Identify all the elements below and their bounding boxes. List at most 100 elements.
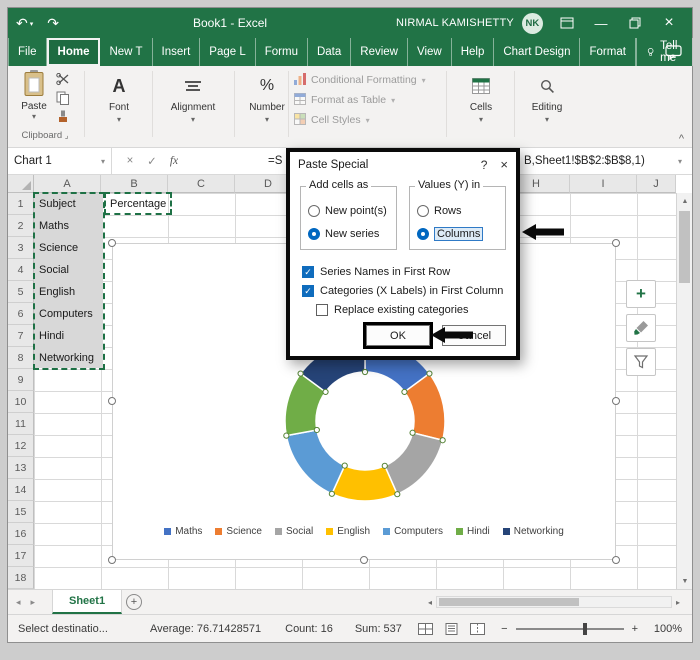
row-header-3[interactable]: 3 (8, 237, 34, 259)
legend-item-social[interactable]: Social (275, 526, 313, 537)
vertical-scrollbar-thumb[interactable] (679, 211, 690, 283)
copy-icon[interactable] (56, 91, 70, 108)
chart-selection-handle[interactable] (360, 556, 368, 564)
radio-columns[interactable] (417, 227, 429, 240)
row-header-4[interactable]: 4 (8, 259, 34, 281)
tab-insert[interactable]: Insert (153, 38, 201, 66)
cancel-button[interactable]: Cancel (442, 325, 506, 346)
row-header-2[interactable]: 2 (8, 215, 34, 237)
zoom-in-icon[interactable]: + (632, 623, 638, 635)
zoom-out-icon[interactable]: − (501, 623, 507, 635)
undo-icon[interactable]: ↶ ▾ (16, 15, 33, 32)
legend-item-maths[interactable]: Maths (164, 526, 202, 537)
radio-new-series[interactable] (308, 227, 320, 240)
tab-file[interactable]: File (8, 38, 47, 66)
formula-text-right[interactable]: B,Sheet1!$B$2:$B$8,1) (524, 148, 645, 174)
radio-label-new-point-s[interactable]: New point(s) (325, 205, 387, 217)
paste-dropdown-icon[interactable]: ▾ (32, 112, 36, 121)
row-header-18[interactable]: 18 (8, 567, 34, 589)
column-header-c[interactable]: C (168, 175, 235, 193)
checkbox-label-replace-existing-categories[interactable]: Replace existing categories (334, 304, 469, 316)
cell-a8[interactable]: Networking (35, 347, 101, 369)
checkbox-series-names-in-first-row[interactable]: ✓ (302, 265, 314, 278)
redo-icon[interactable]: ↷ (47, 15, 59, 32)
tab-home[interactable]: Home (46, 38, 101, 66)
sheet-nav-left-icon[interactable]: ◂ (16, 597, 21, 608)
alignment-group[interactable]: Alignment ▾ (158, 74, 228, 124)
restore-button[interactable] (618, 8, 652, 38)
cell-a4[interactable]: Social (35, 259, 101, 281)
radio-rows[interactable] (417, 204, 429, 217)
row-header-16[interactable]: 16 (8, 523, 34, 545)
column-header-j[interactable]: J (637, 175, 676, 193)
horizontal-scrollbar[interactable] (436, 596, 672, 608)
formula-enter-icon[interactable]: ✓ (142, 148, 162, 174)
chart-selection-handle[interactable] (108, 397, 116, 405)
zoom-level[interactable]: 100% (646, 623, 682, 635)
tab-review[interactable]: Review (351, 38, 408, 66)
cells-group[interactable]: Cells ▾ (452, 74, 510, 124)
row-header-15[interactable]: 15 (8, 501, 34, 523)
horizontal-scrollbar-thumb[interactable] (439, 598, 580, 606)
page-layout-view-button[interactable] (443, 622, 459, 636)
avatar[interactable]: NK (521, 12, 543, 34)
minimize-button[interactable]: — (584, 8, 618, 38)
chart-selection-handle[interactable] (108, 556, 116, 564)
row-header-17[interactable]: 17 (8, 545, 34, 567)
paste-button[interactable]: Paste ▾ (16, 70, 52, 121)
row-header-8[interactable]: 8 (8, 347, 34, 369)
tab-help[interactable]: Help (452, 38, 495, 66)
formula-text-left[interactable]: =S (268, 148, 282, 174)
tab-page-l[interactable]: Page L (200, 38, 256, 66)
row-header-9[interactable]: 9 (8, 369, 34, 391)
cell-a1[interactable]: Subject (35, 193, 101, 215)
cell-b1[interactable]: Percentage (106, 193, 170, 215)
cell-a7[interactable]: Hindi (35, 325, 101, 347)
column-header-a[interactable]: A (34, 175, 101, 193)
chart-selection-handle[interactable] (612, 239, 620, 247)
row-header-13[interactable]: 13 (8, 457, 34, 479)
format-as-table-button[interactable]: Format as Table ▾ (294, 90, 442, 110)
checkbox-categories-x-labels-in-first-column[interactable]: ✓ (302, 284, 314, 297)
column-header-i[interactable]: I (570, 175, 637, 193)
name-box-dropdown-icon[interactable]: ▾ (101, 157, 105, 166)
legend-item-hindi[interactable]: Hindi (455, 526, 490, 537)
name-box[interactable]: Chart 1 ▾ (8, 148, 112, 174)
insert-function-icon[interactable]: fx (164, 148, 184, 174)
radio-label-new-series[interactable]: New series (325, 228, 379, 240)
row-header-5[interactable]: 5 (8, 281, 34, 303)
radio-label-rows[interactable]: Rows (434, 205, 462, 217)
zoom-slider-handle[interactable] (582, 622, 587, 635)
radio-new-point-s[interactable] (308, 204, 320, 217)
chart-elements-button[interactable]: + (626, 280, 656, 308)
column-header-b[interactable]: B (101, 175, 168, 193)
conditional-formatting-button[interactable]: Conditional Formatting ▾ (294, 70, 442, 90)
row-header-7[interactable]: 7 (8, 325, 34, 347)
ribbon-display-options-icon[interactable] (550, 8, 584, 38)
cell-a2[interactable]: Maths (35, 215, 101, 237)
legend-item-networking[interactable]: Networking (502, 526, 564, 537)
clipboard-dialog-launcher-icon[interactable]: ⌟ (65, 131, 69, 140)
chart-selection-handle[interactable] (612, 556, 620, 564)
row-header-1[interactable]: 1 (8, 193, 34, 215)
chart-legend[interactable]: Maths Science Social English Computers Hindi N… (113, 526, 615, 537)
comments-icon[interactable] (665, 38, 682, 66)
cut-icon[interactable] (56, 72, 70, 89)
cell-a3[interactable]: Science (35, 237, 101, 259)
tab-format[interactable]: Format (580, 38, 636, 66)
sheet-nav-right-icon[interactable]: ▸ (31, 597, 36, 608)
scroll-down-icon[interactable]: ▼ (677, 573, 693, 589)
row-header-14[interactable]: 14 (8, 479, 34, 501)
dialog-close-button[interactable]: × (500, 157, 508, 172)
row-header-10[interactable]: 10 (8, 391, 34, 413)
dialog-help-button[interactable]: ? (481, 158, 488, 172)
tab-chart-design[interactable]: Chart Design (494, 38, 581, 66)
radio-label-columns[interactable]: Columns (434, 226, 484, 241)
doughnut-segment-computers[interactable] (285, 429, 346, 495)
ok-button[interactable]: OK (366, 325, 430, 346)
ribbon-collapse-icon[interactable]: ^ (679, 133, 684, 145)
editing-group[interactable]: Editing ▾ (518, 74, 576, 124)
normal-view-button[interactable] (417, 622, 433, 636)
page-break-view-button[interactable] (469, 622, 485, 636)
format-painter-icon[interactable] (56, 110, 70, 126)
